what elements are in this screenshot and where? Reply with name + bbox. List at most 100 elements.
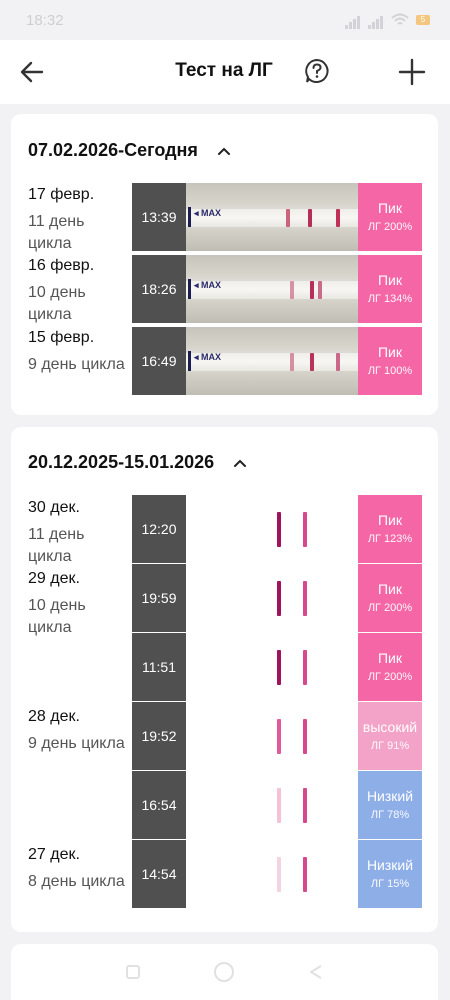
group-header[interactable]: 20.12.2025-15.01.2026 [28, 452, 248, 473]
home-icon[interactable] [214, 962, 234, 982]
max-label: ◂ MAX [194, 352, 222, 362]
status-time: 18:32 [26, 11, 64, 29]
back-icon[interactable] [308, 964, 324, 980]
test-group-card: 20.12.2025-15.01.2026 30 дек. 11 день ци… [11, 427, 438, 932]
test-row[interactable]: 11:51 Пик ЛГ 200% [132, 633, 422, 701]
result-badge: Низкий ЛГ 15% [358, 840, 422, 908]
test-strip [186, 495, 358, 563]
test-row[interactable]: 16:49 ◂ MAX Пик ЛГ 100% [132, 327, 422, 395]
group-header[interactable]: 07.02.2026-Сегодня [28, 140, 232, 161]
test-time: 16:54 [132, 771, 186, 839]
chevron-up-icon[interactable] [232, 455, 248, 471]
max-label: ◂ MAX [194, 280, 222, 290]
test-time: 19:52 [132, 702, 186, 770]
test-strip-photo: ◂ MAX [186, 183, 358, 251]
lh-value: ЛГ 134% [367, 293, 413, 305]
day-label: 29 дек. 10 день цикла [28, 568, 132, 639]
cycle-day: 11 день цикла [28, 526, 85, 565]
group-date-range: 20.12.2025-15.01.2026 [28, 452, 215, 472]
result-label: Низкий [366, 788, 414, 804]
test-strip [186, 840, 358, 908]
result-badge: Пик ЛГ 200% [358, 183, 422, 251]
cycle-day: 9 день цикла [28, 356, 125, 373]
result-label: Пик [377, 581, 402, 597]
lh-value: ЛГ 200% [367, 602, 413, 614]
lh-value: ЛГ 200% [367, 221, 413, 233]
signal-icon [345, 12, 361, 29]
test-row[interactable]: 16:54 Низкий ЛГ 78% [132, 771, 422, 839]
lh-value: ЛГ 15% [370, 878, 410, 890]
test-time: 13:39 [132, 183, 186, 251]
chevron-up-icon[interactable] [216, 143, 232, 159]
cycle-day: 8 день цикла [28, 873, 125, 890]
test-strip [186, 633, 358, 701]
add-icon[interactable] [396, 56, 428, 88]
test-strip [186, 564, 358, 632]
test-row[interactable]: 13:39 ◂ MAX Пик ЛГ 200% [132, 183, 422, 251]
day-date: 28 дек. [28, 708, 80, 725]
page-title: Тест на ЛГ [175, 60, 273, 81]
result-label: Пик [377, 650, 402, 666]
cycle-day: 10 день цикла [28, 284, 86, 323]
status-icons: 5 [345, 12, 430, 29]
result-badge: Пик ЛГ 200% [358, 633, 422, 701]
result-badge: Пик ЛГ 100% [358, 327, 422, 395]
day-label: 30 дек. 11 день цикла [28, 497, 132, 568]
day-label: 17 февр. 11 день цикла [28, 184, 132, 255]
result-label: Пик [377, 344, 402, 360]
test-strip-photo: ◂ MAX [186, 255, 358, 323]
result-label: высокий [362, 719, 418, 735]
day-label: 15 февр. 9 день цикла [28, 327, 132, 376]
max-label: ◂ MAX [194, 208, 222, 218]
cycle-day: 11 день цикла [28, 213, 85, 252]
result-badge: Пик ЛГ 200% [358, 564, 422, 632]
day-label: 28 дек. 9 день цикла [28, 706, 132, 755]
status-bar: 18:32 5 [0, 0, 450, 40]
test-row[interactable]: 12:20 Пик ЛГ 123% [132, 495, 422, 563]
test-strip [186, 771, 358, 839]
day-label: 27 дек. 8 день цикла [28, 844, 132, 893]
app-header: Тест на ЛГ [0, 40, 450, 104]
day-date: 16 февр. [28, 257, 95, 274]
wifi-icon [391, 13, 409, 25]
test-time: 19:59 [132, 564, 186, 632]
battery-icon: 5 [416, 15, 430, 25]
day-date: 30 дек. [28, 499, 80, 516]
group-date-range: 07.02.2026-Сегодня [28, 140, 198, 160]
result-label: Пик [377, 200, 402, 216]
result-label: Пик [377, 512, 402, 528]
lh-value: ЛГ 91% [370, 740, 410, 752]
lh-value: ЛГ 100% [367, 365, 413, 377]
test-row[interactable]: 19:59 Пик ЛГ 200% [132, 564, 422, 632]
day-date: 29 дек. [28, 570, 80, 587]
test-row[interactable]: 18:26 ◂ MAX Пик ЛГ 134% [132, 255, 422, 323]
test-row[interactable]: 14:54 Низкий ЛГ 15% [132, 840, 422, 908]
recent-apps-icon[interactable] [126, 965, 140, 979]
result-label: Низкий [366, 857, 414, 873]
lh-value: ЛГ 123% [367, 533, 413, 545]
lh-value: ЛГ 78% [370, 809, 410, 821]
day-date: 17 февр. [28, 186, 95, 203]
lh-value: ЛГ 200% [367, 671, 413, 683]
help-icon[interactable] [304, 58, 330, 84]
result-badge: Пик ЛГ 134% [358, 255, 422, 323]
cycle-day: 10 день цикла [28, 597, 86, 636]
system-nav-bar [0, 944, 450, 1000]
test-time: 12:20 [132, 495, 186, 563]
day-date: 27 дек. [28, 846, 80, 863]
test-time: 14:54 [132, 840, 186, 908]
test-group-card: 07.02.2026-Сегодня 17 февр. 11 день цикл… [11, 114, 438, 415]
test-time: 16:49 [132, 327, 186, 395]
signal-icon-2 [368, 12, 384, 29]
result-badge: высокий ЛГ 91% [358, 702, 422, 770]
result-badge: Низкий ЛГ 78% [358, 771, 422, 839]
test-time: 18:26 [132, 255, 186, 323]
result-badge: Пик ЛГ 123% [358, 495, 422, 563]
day-date: 15 февр. [28, 329, 95, 346]
result-label: Пик [377, 272, 402, 288]
day-label: 16 февр. 10 день цикла [28, 255, 132, 326]
test-row[interactable]: 19:52 высокий ЛГ 91% [132, 702, 422, 770]
test-strip-photo: ◂ MAX [186, 327, 358, 395]
cycle-day: 9 день цикла [28, 735, 125, 752]
test-time: 11:51 [132, 633, 186, 701]
